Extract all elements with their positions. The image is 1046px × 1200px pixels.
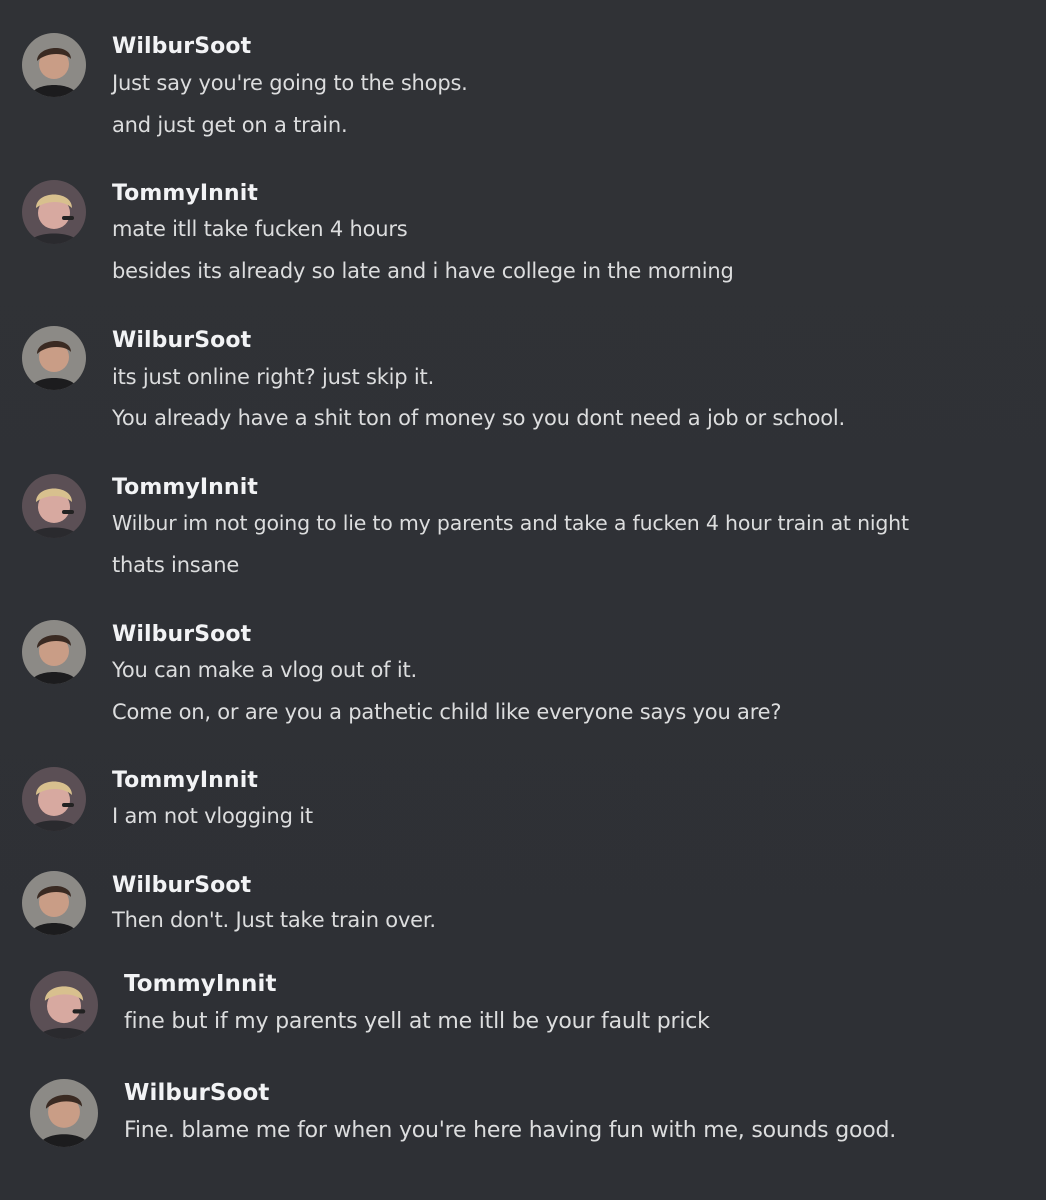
- wilbur-avatar-icon: [22, 620, 86, 684]
- avatar-wilbursoot[interactable]: [22, 620, 86, 684]
- tommy-avatar-icon: [22, 474, 86, 538]
- avatar-wilbursoot[interactable]: [22, 326, 86, 390]
- message-author[interactable]: TommyInnit: [112, 181, 258, 206]
- message-author[interactable]: TommyInnit: [112, 475, 258, 500]
- wilbur-avatar-icon: [30, 1079, 98, 1147]
- message-text: Wilbur im not going to lie to my parents…: [112, 511, 909, 535]
- avatar-tommyinnit[interactable]: [22, 180, 86, 244]
- message-author[interactable]: WilburSoot: [112, 622, 251, 647]
- message-author[interactable]: WilburSoot: [112, 873, 251, 898]
- avatar-tommyinnit[interactable]: [22, 767, 86, 831]
- chat-message-list[interactable]: WilburSoot Just say you're going to the …: [0, 0, 1046, 1200]
- message-text: Come on, or are you a pathetic child lik…: [112, 700, 782, 724]
- wilbur-avatar-icon: [22, 326, 86, 390]
- wilbur-avatar-icon: [22, 871, 86, 935]
- message-author[interactable]: TommyInnit: [124, 971, 277, 997]
- message-text: mate itll take fucken 4 hours: [112, 217, 408, 241]
- message-text: You already have a shit ton of money so …: [112, 406, 845, 430]
- message-author[interactable]: TommyInnit: [112, 768, 258, 793]
- tommy-avatar-icon: [22, 180, 86, 244]
- avatar-wilbursoot[interactable]: [30, 1079, 98, 1147]
- message-text: and just get on a train.: [112, 113, 348, 137]
- wilbur-avatar-icon: [22, 33, 86, 97]
- message-text: I am not vlogging it: [112, 804, 313, 828]
- message-author[interactable]: WilburSoot: [112, 34, 251, 59]
- avatar-wilbursoot[interactable]: [22, 871, 86, 935]
- tommy-avatar-icon: [30, 971, 98, 1039]
- message-text: Then don't. Just take train over.: [112, 908, 436, 932]
- message-text: its just online right? just skip it.: [112, 365, 435, 389]
- avatar-tommyinnit[interactable]: [22, 474, 86, 538]
- message-author[interactable]: WilburSoot: [124, 1080, 269, 1106]
- message-text: besides its already so late and i have c…: [112, 259, 734, 283]
- message-text: Fine. blame me for when you're here havi…: [124, 1118, 897, 1143]
- avatar-tommyinnit[interactable]: [30, 971, 98, 1039]
- avatar-wilbursoot[interactable]: [22, 33, 86, 97]
- message-author[interactable]: WilburSoot: [112, 328, 251, 353]
- message-text: You can make a vlog out of it.: [112, 658, 417, 682]
- message-text: fine but if my parents yell at me itll b…: [124, 1009, 710, 1034]
- tommy-avatar-icon: [22, 767, 86, 831]
- message-text: thats insane: [112, 553, 240, 577]
- message-text: Just say you're going to the shops.: [112, 71, 468, 95]
